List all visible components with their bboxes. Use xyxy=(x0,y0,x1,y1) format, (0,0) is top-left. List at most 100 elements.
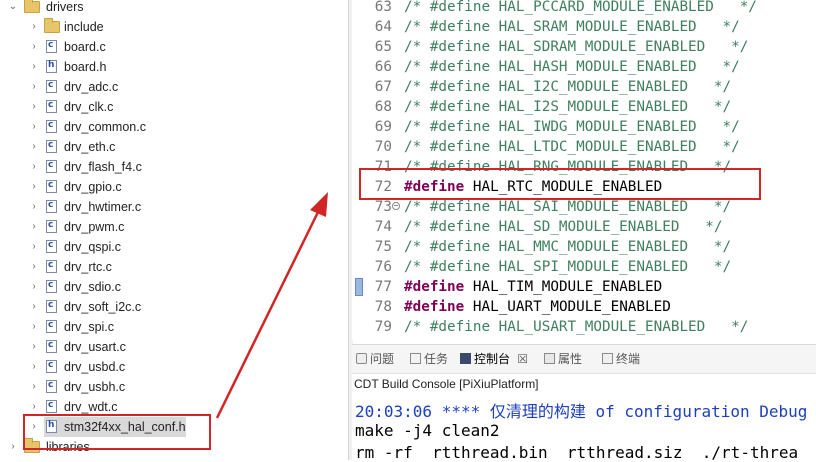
console-panel: 问题 任务 控制台 ☒ 属性 终端 CDT Build Console [PiX… xyxy=(352,344,816,462)
code-line: 65 /* #define HAL_SDRAM_MODULE_ENABLED */ xyxy=(352,37,816,57)
line-number: 74 xyxy=(374,219,392,235)
chevron-right-icon[interactable]: › xyxy=(29,17,39,37)
c-file-icon: c xyxy=(46,360,57,373)
chevron-right-icon[interactable]: › xyxy=(29,257,39,277)
c-file-icon: c xyxy=(46,300,57,313)
line-number: 64 xyxy=(374,19,392,35)
tree-item-drv-common[interactable]: › c drv_common.c xyxy=(0,117,348,137)
code-text: /* #define HAL_MMC_MODULE_ENABLED */ xyxy=(404,239,732,255)
console-output-line: 20:03:06 **** 仅清理的构建 of configuration De… xyxy=(355,402,808,421)
tree-item-drv-adc[interactable]: › c drv_adc.c xyxy=(0,77,348,97)
chevron-right-icon[interactable]: › xyxy=(29,337,39,357)
chevron-right-icon[interactable]: › xyxy=(29,157,39,177)
c-file-icon: c xyxy=(46,80,57,93)
code-text: /* #define HAL_SD_MODULE_ENABLED */ xyxy=(404,219,723,235)
chevron-down-icon[interactable]: ⌄ xyxy=(8,0,18,17)
h-file-icon: h xyxy=(46,60,57,73)
tree-item-drv-hwtimer[interactable]: › c drv_hwtimer.c xyxy=(0,197,348,217)
line-number: 63 xyxy=(374,0,392,15)
tree-item-drv-sdio[interactable]: › c drv_sdio.c xyxy=(0,277,348,297)
tab-tasks[interactable]: 任务 xyxy=(410,350,448,368)
c-file-icon: c xyxy=(46,260,57,273)
tree-item-drv-eth[interactable]: › c drv_eth.c xyxy=(0,137,348,157)
tab-terminal[interactable]: 终端 xyxy=(602,350,640,368)
tree-item-drv-qspi[interactable]: › c drv_qspi.c xyxy=(0,237,348,257)
tree-item-drv-usart[interactable]: › c drv_usart.c xyxy=(0,337,348,357)
code-text: /* #define HAL_SDRAM_MODULE_ENABLED */ xyxy=(404,39,749,55)
code-line: 75 /* #define HAL_MMC_MODULE_ENABLED */ xyxy=(352,237,816,257)
chevron-right-icon[interactable]: › xyxy=(8,437,18,457)
code-line: 73−/* #define HAL_SAI_MODULE_ENABLED */ xyxy=(352,197,816,217)
c-file-icon: c xyxy=(46,40,57,53)
chevron-right-icon[interactable]: › xyxy=(29,117,39,137)
chevron-right-icon[interactable]: › xyxy=(29,237,39,257)
c-file-icon: c xyxy=(46,100,57,113)
tree-item-drivers[interactable]: ⌄ drivers xyxy=(0,0,348,17)
tab-properties[interactable]: 属性 xyxy=(544,350,582,368)
chevron-right-icon[interactable]: › xyxy=(29,37,39,57)
tree-item-board-c[interactable]: › c board.c xyxy=(0,37,348,57)
c-file-icon: c xyxy=(46,220,57,233)
tree-item-drv-clk[interactable]: › c drv_clk.c xyxy=(0,97,348,117)
console-output-line: make -j4 clean2 xyxy=(355,421,500,440)
tree-item-drv-usbd[interactable]: › c drv_usbd.c xyxy=(0,357,348,377)
tree-item-drv-pwm[interactable]: › c drv_pwm.c xyxy=(0,217,348,237)
chevron-right-icon[interactable]: › xyxy=(29,197,39,217)
annotation-box-file xyxy=(23,414,211,450)
close-tab-icon[interactable]: ☒ xyxy=(517,352,528,366)
code-line: 68 /* #define HAL_I2S_MODULE_ENABLED */ xyxy=(352,97,816,117)
line-number: 73 xyxy=(374,199,392,215)
fold-toggle-icon[interactable]: − xyxy=(392,202,400,210)
chevron-right-icon[interactable]: › xyxy=(29,97,39,117)
terminal-icon xyxy=(602,353,613,364)
folder-icon xyxy=(44,18,60,33)
chevron-right-icon[interactable]: › xyxy=(29,277,39,297)
chevron-right-icon[interactable]: › xyxy=(29,137,39,157)
chevron-right-icon[interactable]: › xyxy=(29,57,39,77)
line-number: 77 xyxy=(374,279,392,295)
chevron-right-icon[interactable]: › xyxy=(29,377,39,397)
tree-item-drv-spi[interactable]: › c drv_spi.c xyxy=(0,317,348,337)
line-number: 68 xyxy=(374,99,392,115)
chevron-right-icon[interactable]: › xyxy=(29,357,39,377)
view-tab-bar: 问题 任务 控制台 ☒ 属性 终端 xyxy=(352,344,816,374)
c-file-icon: c xyxy=(46,340,57,353)
chevron-right-icon[interactable]: › xyxy=(29,77,39,97)
tree-item-drv-gpio[interactable]: › c drv_gpio.c xyxy=(0,177,348,197)
c-file-icon: c xyxy=(46,180,57,193)
code-line: 79 /* #define HAL_USART_MODULE_ENABLED */ xyxy=(352,317,816,337)
code-text: /* #define HAL_LTDC_MODULE_ENABLED */ xyxy=(404,139,740,155)
code-text: #define HAL_TIM_MODULE_ENABLED xyxy=(404,277,662,297)
annotation-box-define xyxy=(359,168,761,200)
tree-item-drv-usbh[interactable]: › c drv_usbh.c xyxy=(0,377,348,397)
console-output-line: rm -rf rtthread.bin rtthread.siz ./rt-th… xyxy=(355,443,799,462)
code-text: /* #define HAL_HASH_MODULE_ENABLED */ xyxy=(404,59,740,75)
tree-item-drv-flash-f4[interactable]: › c drv_flash_f4.c xyxy=(0,157,348,177)
line-number: 65 xyxy=(374,39,392,55)
properties-icon xyxy=(544,353,555,364)
macro-name: HAL_TIM_MODULE_ENABLED xyxy=(464,279,663,295)
line-number: 69 xyxy=(374,119,392,135)
project-explorer-tree: ⌄ drivers › include › c board.c › h boar… xyxy=(0,0,348,460)
tab-label: 控制台 xyxy=(474,352,511,366)
tree-item-drv-rtc[interactable]: › c drv_rtc.c xyxy=(0,257,348,277)
code-text: /* #define HAL_SRAM_MODULE_ENABLED */ xyxy=(404,19,740,35)
problems-icon xyxy=(356,353,367,364)
chevron-right-icon[interactable]: › xyxy=(29,297,39,317)
tree-item-board-h[interactable]: › h board.h xyxy=(0,57,348,77)
chevron-right-icon[interactable]: › xyxy=(29,217,39,237)
code-line: 74 /* #define HAL_SD_MODULE_ENABLED */ xyxy=(352,217,816,237)
code-line: 70 /* #define HAL_LTDC_MODULE_ENABLED */ xyxy=(352,137,816,157)
code-line: 63 /* #define HAL_PCCARD_MODULE_ENABLED *… xyxy=(352,0,816,17)
tab-label: 属性 xyxy=(558,352,583,366)
tab-console[interactable]: 控制台 ☒ xyxy=(460,350,528,368)
chevron-right-icon[interactable]: › xyxy=(29,177,39,197)
code-text: /* #define HAL_I2S_MODULE_ENABLED */ xyxy=(404,99,732,115)
c-file-icon: c xyxy=(46,380,57,393)
chevron-right-icon[interactable]: › xyxy=(29,317,39,337)
c-file-icon: c xyxy=(46,200,57,213)
tree-item-include[interactable]: › include xyxy=(0,17,348,37)
tab-problems[interactable]: 问题 xyxy=(356,350,394,368)
code-line: 78 #define HAL_UART_MODULE_ENABLED xyxy=(352,297,816,317)
tree-item-drv-soft-i2c[interactable]: › c drv_soft_i2c.c xyxy=(0,297,348,317)
